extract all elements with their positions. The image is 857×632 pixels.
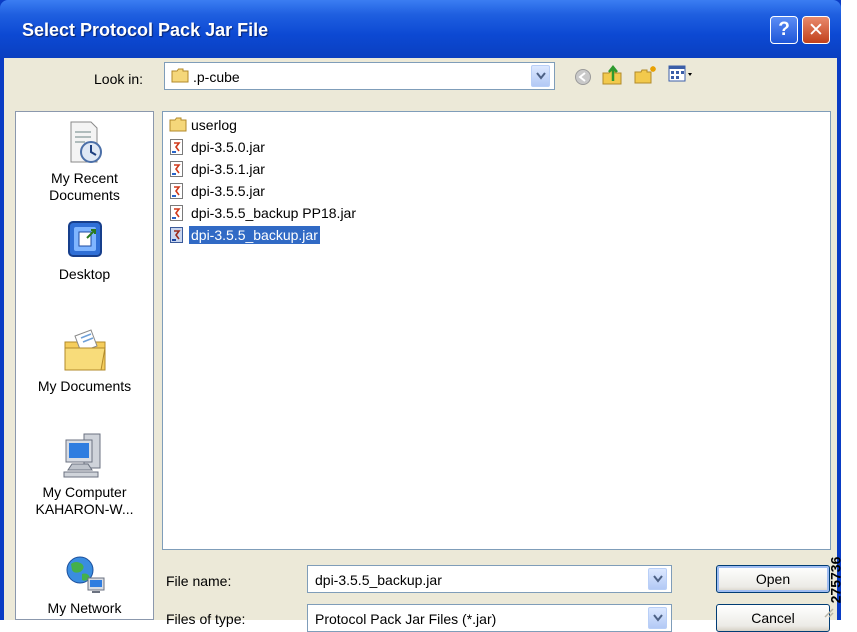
dialog-title: Select Protocol Pack Jar File (22, 20, 269, 40)
place-my-network[interactable]: My Network (16, 554, 153, 617)
open-button[interactable]: Open (716, 565, 830, 593)
files-of-type-label: Files of type: (166, 611, 246, 627)
place-label: My Computer KAHARON-W... (35, 484, 134, 517)
place-label: Desktop (58, 266, 111, 282)
chevron-down-icon (652, 614, 663, 622)
back-icon[interactable] (574, 68, 592, 89)
place-desktop[interactable]: Desktop (16, 218, 153, 283)
dialog-window: Select Protocol Pack Jar File ? ✕ Look i… (0, 0, 841, 632)
look-in-combobox[interactable]: .p-cube (164, 62, 555, 90)
look-in-dropdown-button[interactable] (531, 65, 550, 87)
place-my-recent-documents[interactable]: My Recent Documents (16, 118, 153, 204)
jar-file-icon (170, 139, 183, 155)
place-my-computer[interactable]: My Computer KAHARON-W... (16, 430, 153, 518)
place-label: My Network (47, 600, 122, 616)
watermark-text: 275736 (827, 556, 844, 604)
my-documents-icon (64, 329, 106, 371)
jar-file-icon (170, 227, 183, 243)
file-name-label: File name: (166, 573, 232, 589)
dialog-body: Look in: .p-cube My Recent Documents Des… (4, 58, 837, 632)
title-bar[interactable]: Select Protocol Pack Jar File ? ✕ (0, 0, 841, 58)
file-name-dropdown-button[interactable] (648, 568, 667, 590)
place-my-documents[interactable]: My Documents (16, 328, 153, 395)
chevron-down-icon (652, 575, 663, 583)
close-button[interactable]: ✕ (802, 16, 830, 44)
file-name: dpi-3.5.5.jar (191, 183, 265, 199)
files-of-type-value: Protocol Pack Jar Files (*.jar) (315, 611, 497, 627)
chevron-down-icon (535, 72, 546, 80)
recent-documents-icon (70, 121, 102, 163)
up-folder-icon[interactable] (601, 64, 623, 89)
look-in-label: Look in: (94, 71, 144, 87)
file-list[interactable]: userlog dpi-3.5.0.jar dpi-3.5.1.jar dpi-… (162, 111, 831, 550)
resize-grip-icon[interactable] (822, 605, 834, 621)
file-name: userlog (191, 117, 237, 133)
file-name: dpi-3.5.0.jar (191, 139, 265, 155)
my-network-icon (66, 556, 104, 593)
place-label: My Recent Documents (49, 170, 120, 203)
look-in-value: .p-cube (193, 69, 240, 85)
folder-icon (171, 68, 189, 86)
file-name: dpi-3.5.1.jar (191, 161, 265, 177)
jar-file-icon (170, 205, 183, 221)
cancel-button[interactable]: Cancel (716, 604, 830, 632)
file-name: dpi-3.5.5_backup PP18.jar (191, 205, 356, 221)
jar-file-icon (170, 183, 183, 199)
file-name-value: dpi-3.5.5_backup.jar (315, 572, 442, 588)
file-name-combobox[interactable]: dpi-3.5.5_backup.jar (307, 565, 672, 593)
place-label: My Documents (37, 378, 132, 394)
views-menu-icon[interactable] (668, 65, 694, 86)
figure-id-watermark: 275736 (827, 544, 856, 618)
my-computer-icon (63, 433, 100, 478)
file-name: dpi-3.5.5_backup.jar (188, 225, 321, 245)
help-button[interactable]: ? (770, 16, 798, 44)
new-folder-icon[interactable] (633, 65, 657, 88)
files-of-type-combobox[interactable]: Protocol Pack Jar Files (*.jar) (307, 604, 672, 632)
folder-icon (169, 117, 187, 132)
files-of-type-dropdown-button[interactable] (648, 607, 667, 629)
places-bar: My Recent Documents Desktop My Documents… (15, 111, 154, 620)
desktop-icon (67, 221, 102, 257)
jar-file-icon (170, 161, 183, 177)
